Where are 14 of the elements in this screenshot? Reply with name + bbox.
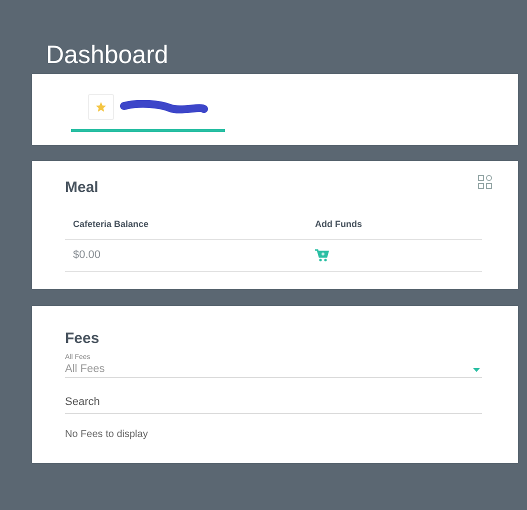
dropdown-value: All Fees — [65, 362, 105, 376]
star-icon — [95, 101, 107, 113]
caret-icon — [473, 368, 480, 372]
cart-plus-icon[interactable] — [315, 249, 329, 262]
column-header: Add Funds — [315, 218, 363, 230]
meal-title: Meal — [65, 178, 100, 198]
fees-title: Fees — [65, 330, 100, 348]
search-field[interactable]: Search — [65, 394, 482, 414]
page-title: Dashboard — [46, 40, 168, 70]
column-header: Cafeteria Balance — [72, 218, 150, 230]
balance-value: $0.00 — [72, 248, 102, 264]
widget-grid-icon[interactable] — [478, 175, 492, 189]
student-tab[interactable] — [71, 94, 225, 132]
empty-message: No Fees to display — [65, 428, 149, 442]
